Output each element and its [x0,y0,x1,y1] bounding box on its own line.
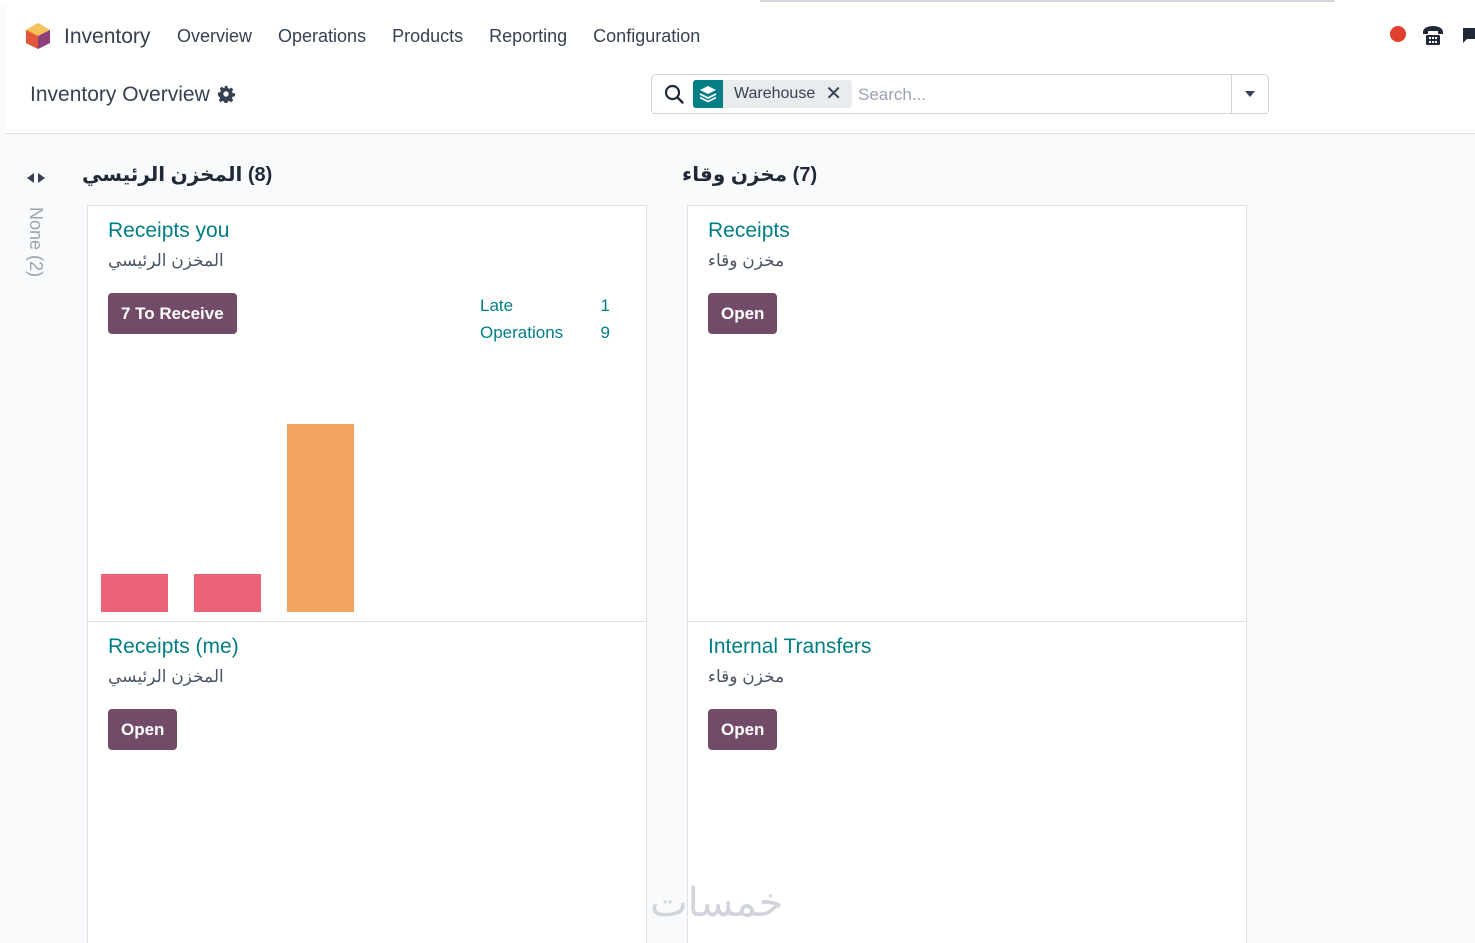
phone-icon[interactable] [1421,23,1445,47]
layers-icon [693,80,723,108]
card-warehouse: المخزن الرئيسي [108,251,224,270]
stat-value: 1 [600,296,610,315]
page-title: Inventory Overview [30,83,210,106]
operation-card-receipts-you: Receipts you المخزن الرئيسي 7 To Receive… [87,205,647,622]
card-title[interactable]: Internal Transfers [708,635,871,659]
stat-late[interactable]: Late 1 [480,296,610,323]
stat-label: Operations [480,323,564,342]
gear-icon[interactable] [217,85,235,103]
graph-bar[interactable] [101,574,168,612]
card-title[interactable]: Receipts you [108,219,229,243]
card-stats: Late 1 Operations 9 [480,296,610,350]
open-button[interactable]: Open [708,709,778,750]
stat-value: 9 [600,323,610,342]
recording-dot-icon[interactable] [1390,26,1406,42]
column-title-main-warehouse: (8) المخزن الرئيسي [82,164,273,186]
main-navbar: Inventory Overview Operations Products R… [5,6,1475,66]
control-panel: Inventory Overview Warehouse ✕ [5,66,1475,134]
search-options-toggle[interactable] [1231,75,1268,113]
watermark-logo: خمسات [650,881,784,925]
card-warehouse: مخزن وقاء [708,667,785,686]
top-divider [760,0,1335,2]
stat-operations[interactable]: Operations 9 [480,323,610,350]
caret-down-icon [1245,91,1255,97]
menu-overview[interactable]: Overview [177,26,252,47]
menu-configuration[interactable]: Configuration [593,26,700,47]
search-bar: Warehouse ✕ [651,74,1269,114]
warehouse-facet: Warehouse ✕ [693,80,852,108]
app-name[interactable]: Inventory [64,25,150,49]
stat-label: Late [480,296,514,315]
column-title-waqa-warehouse: (7) مخزن وقاء [682,164,818,186]
facet-label: Warehouse [734,85,816,102]
to-receive-button[interactable]: 7 To Receive [108,293,237,334]
operation-card-receipts-me: Receipts (me) المخزن الرئيسي Open [87,621,647,943]
top-menu: Overview Operations Products Reporting C… [177,26,726,47]
inventory-app-icon[interactable] [25,22,51,50]
chat-icon[interactable] [1461,25,1475,45]
card-title[interactable]: Receipts (me) [108,635,239,659]
facet-close-icon[interactable]: ✕ [825,80,852,108]
card-warehouse: مخزن وقاء [708,251,785,270]
operation-card-receipts: Receipts مخزن وقاء Open [687,205,1247,622]
graph-bar[interactable] [194,574,261,612]
unfold-group-icon[interactable] [26,171,46,185]
open-button[interactable]: Open [708,293,778,334]
receipts-graph[interactable] [101,422,401,612]
folded-group-none[interactable]: None (2) [22,207,46,277]
search-icon[interactable] [664,84,684,104]
kanban-area: None (2) (8) المخزن الرئيسي (7) مخزن وقا… [5,135,1475,943]
search-input[interactable] [858,83,1228,107]
card-title[interactable]: Receipts [708,219,790,243]
open-button[interactable]: Open [108,709,178,750]
menu-products[interactable]: Products [392,26,463,47]
menu-operations[interactable]: Operations [278,26,366,47]
graph-bar[interactable] [287,424,354,612]
menu-reporting[interactable]: Reporting [489,26,567,47]
card-warehouse: المخزن الرئيسي [108,667,224,686]
